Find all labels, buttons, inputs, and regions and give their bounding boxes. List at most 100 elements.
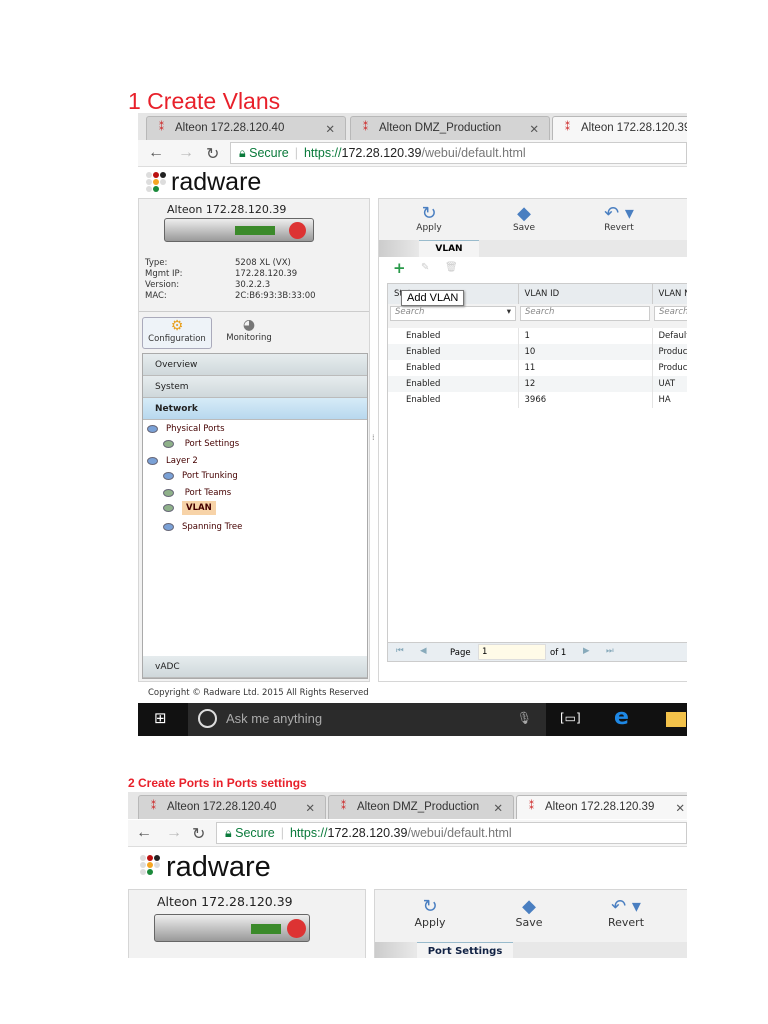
close-tab-icon[interactable]: ✕	[493, 801, 503, 815]
save-button[interactable]: ◆ Save	[494, 203, 554, 233]
forward-icon[interactable]: →	[178, 144, 194, 162]
monitoring-button[interactable]: ◕ Monitoring	[219, 317, 279, 349]
table-row[interactable]: Enabled 1 Default	[388, 328, 687, 344]
tree-spanning-tree[interactable]: Spanning Tree	[163, 522, 242, 532]
reload-icon[interactable]: ↻	[206, 144, 219, 164]
tab-port-settings[interactable]: Port Settings	[417, 942, 513, 958]
task-view-icon[interactable]: [▭]	[560, 711, 581, 725]
first-page-icon[interactable]: ⏮	[396, 646, 404, 656]
lock-icon: 🔒︎	[239, 146, 250, 160]
file-explorer-icon[interactable]	[666, 712, 686, 727]
collapse-icon	[147, 424, 158, 433]
table-row[interactable]: Enabled 12 UAT	[388, 376, 687, 392]
browser-tab[interactable]: ⁑ Alteon 172.28.120.40 ✕	[138, 795, 326, 819]
tree-layer2[interactable]: Layer 2	[147, 456, 198, 466]
browser-tab-active[interactable]: ⁑ Alteon 172.28.120.39 ✕	[516, 795, 687, 819]
table-cell: 1	[517, 328, 652, 344]
revert-button[interactable]: ↶ ▾ Revert	[589, 203, 649, 233]
menu-system[interactable]: System	[143, 376, 367, 398]
back-icon[interactable]: ←	[136, 824, 152, 842]
close-tab-icon[interactable]: ✕	[529, 122, 539, 136]
table-cell: Enabled	[406, 379, 441, 389]
tab-vlan[interactable]: VLAN	[419, 240, 479, 257]
splitter-handle[interactable]: ⁞	[372, 433, 375, 442]
info-key: Mgmt IP:	[145, 269, 183, 279]
right-panel: ↻Apply ◆Save ↶ ▾Revert VLAN + ✎ 🗑︎ Statu…	[378, 198, 687, 682]
table-row[interactable]: Enabled 10Production	[388, 344, 687, 360]
url-input[interactable]: 🔒︎ Secure | https://172.28.120.39/webui/de…	[216, 822, 687, 844]
tree-port-teams[interactable]: Port Teams	[163, 488, 231, 498]
prev-page-icon[interactable]: ◀	[420, 646, 427, 656]
screenshot-create-vlans: ⁑ Alteon 172.28.120.40 ✕ ⁑ Alteon DMZ_Produ…	[138, 113, 687, 736]
leaf-icon	[163, 503, 174, 512]
table-row[interactable]: Enabled 3966 HA	[388, 392, 687, 408]
tree-port-trunking[interactable]: Port Trunking	[163, 471, 238, 481]
forward-icon[interactable]: →	[166, 824, 182, 842]
url-path: /webui/default.html	[421, 146, 526, 160]
leaf-icon	[163, 488, 174, 497]
browser-tab[interactable]: ⁑ Alteon DMZ_Production ✕	[350, 116, 550, 140]
browser-tab[interactable]: ⁑ Alteon DMZ_Production ✕	[328, 795, 514, 819]
url-input[interactable]: 🔒︎ Secure | https://172.28.120.39/webui/de…	[230, 142, 687, 164]
back-icon[interactable]: ←	[148, 144, 164, 162]
nav-tree-panel: Overview System Network Physical Ports P…	[142, 353, 368, 679]
section-heading-2: 2 Create Ports in Ports settings	[128, 776, 307, 790]
menu-network[interactable]: Network	[143, 398, 367, 420]
browser-tab[interactable]: ⁑ Alteon 172.28.120.40 ✕	[146, 116, 346, 140]
menu-vadc[interactable]: vADC	[143, 656, 367, 678]
edit-icon[interactable]: ✎	[421, 262, 429, 273]
configuration-button[interactable]: ⚙ Configuration	[142, 317, 212, 349]
tree-vlan[interactable]: VLAN	[163, 501, 216, 515]
status-filter-select[interactable]: Search ▾	[390, 306, 516, 321]
lock-icon: 🔒︎	[225, 826, 236, 840]
save-button[interactable]: ◆ Save	[499, 896, 559, 929]
power-icon	[289, 222, 306, 239]
section-heading-1: 1 Create Vlans	[128, 88, 281, 114]
save-icon: ◆	[517, 203, 531, 224]
revert-button[interactable]: ↶ ▾ Revert	[591, 896, 661, 929]
next-page-icon[interactable]: ▶	[583, 646, 590, 656]
vlan-id-search-input[interactable]: Search	[520, 306, 650, 321]
monitoring-icon: ◕	[242, 317, 256, 333]
close-tab-icon[interactable]: ✕	[305, 801, 315, 815]
table-cell: Default	[651, 328, 687, 344]
page-input[interactable]: 1	[478, 644, 546, 660]
favicon-icon: ⁑	[363, 122, 368, 133]
revert-icon: ↶ ▾	[604, 203, 634, 224]
vlan-name-search-input[interactable]: Search	[654, 306, 687, 321]
table-row[interactable]: Enabled 11Production	[388, 360, 687, 376]
last-page-icon[interactable]: ⏭	[606, 646, 614, 656]
apply-button[interactable]: ↻ Apply	[399, 203, 459, 233]
column-header-vlan-name[interactable]: VLAN Name	[651, 284, 687, 304]
menu-overview[interactable]: Overview	[143, 354, 367, 376]
apply-button[interactable]: ↻ Apply	[400, 896, 460, 929]
close-tab-icon[interactable]: ✕	[325, 122, 335, 136]
microphone-icon[interactable]: 🎙︎	[517, 711, 532, 725]
table-cell: 10	[517, 344, 652, 360]
table-cell: Production	[651, 360, 687, 376]
table-cell: Enabled	[406, 363, 441, 373]
table-cell: Enabled	[406, 347, 441, 357]
tree-physical-ports[interactable]: Physical Ports	[147, 424, 225, 434]
browser-tab-bar: ⁑ Alteon 172.28.120.40 ✕ ⁑ Alteon DMZ_Produ…	[138, 113, 687, 140]
tab-label: Alteon 172.28.120.40	[175, 122, 285, 134]
url-host: 172.28.120.39	[341, 146, 422, 160]
device-image	[164, 218, 314, 242]
close-tab-icon[interactable]: ✕	[675, 801, 685, 815]
address-bar: ← → ↻ 🔒︎ Secure | https://172.28.120.39/we…	[138, 140, 687, 167]
collapse-icon	[147, 456, 158, 465]
table-cell: 11	[517, 360, 652, 376]
browser-tab-active[interactable]: ⁑ Alteon 172.28.120.39	[552, 116, 687, 140]
cortana-placeholder: Ask me anything	[226, 711, 323, 726]
windows-start-icon[interactable]: ⊞	[154, 709, 167, 727]
reload-icon[interactable]: ↻	[192, 824, 205, 844]
monitoring-label: Monitoring	[226, 333, 272, 343]
add-icon[interactable]: +	[393, 259, 406, 277]
windows-taskbar: ⊞ Ask me anything 🎙︎ [▭] e	[138, 703, 687, 736]
edge-icon[interactable]: e	[614, 705, 629, 730]
column-header-vlan-id[interactable]: VLAN ID	[517, 284, 652, 304]
cortana-search-box[interactable]: Ask me anything 🎙︎	[188, 703, 546, 736]
leaf-icon	[163, 439, 174, 448]
delete-icon[interactable]: 🗑︎	[445, 262, 458, 273]
tree-port-settings[interactable]: Port Settings	[163, 439, 239, 449]
